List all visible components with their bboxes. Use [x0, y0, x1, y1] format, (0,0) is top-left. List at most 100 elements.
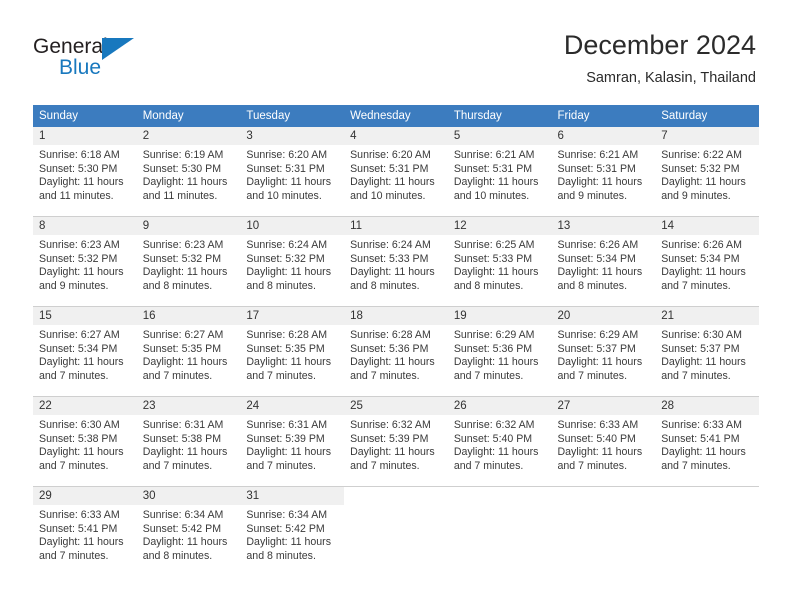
- daylight-text-line2: and 8 minutes.: [246, 279, 316, 292]
- sunset-text: Sunset: 5:39 PM: [246, 432, 325, 445]
- day-cell[interactable]: 24 Sunrise: 6:31 AM Sunset: 5:39 PM Dayligh…: [240, 396, 345, 487]
- calendar-body: 1 Sunrise: 6:18 AM Sunset: 5:30 PM Daylight…: [33, 127, 759, 576]
- daylight-text-line2: and 10 minutes.: [246, 189, 322, 202]
- day-number: [551, 487, 656, 505]
- day-number: 23: [136, 397, 241, 415]
- day-cell[interactable]: 20 Sunrise: 6:29 AM Sunset: 5:37 PM Dayligh…: [551, 306, 656, 397]
- day-cell[interactable]: 14 Sunrise: 6:26 AM Sunset: 5:34 PM Dayligh…: [655, 216, 759, 307]
- day-cell[interactable]: 23 Sunrise: 6:31 AM Sunset: 5:38 PM Dayligh…: [136, 396, 241, 487]
- sunrise-text: Sunrise: 6:20 AM: [350, 149, 431, 161]
- sunrise-text: Sunrise: 6:20 AM: [246, 149, 328, 161]
- day-cell[interactable]: 19 Sunrise: 6:29 AM Sunset: 5:36 PM Dayligh…: [447, 306, 552, 397]
- day-number: 16: [136, 307, 241, 325]
- daylight-text-line2: and 7 minutes.: [661, 459, 731, 472]
- weekday-header-sunday: Sunday: [33, 105, 137, 127]
- daylight-text-line1: Daylight: 11 hours: [350, 446, 435, 459]
- day-cell[interactable]: 15 Sunrise: 6:27 AM Sunset: 5:34 PM Dayligh…: [33, 306, 137, 397]
- sunrise-text: Sunrise: 6:34 AM: [246, 509, 328, 521]
- day-cell[interactable]: 28 Sunrise: 6:33 AM Sunset: 5:41 PM Dayligh…: [655, 396, 759, 487]
- day-cell[interactable]: 6 Sunrise: 6:21 AM Sunset: 5:31 PM Daylight…: [551, 127, 656, 217]
- sunset-text: Sunset: 5:41 PM: [39, 522, 118, 535]
- day-cell[interactable]: 8 Sunrise: 6:23 AM Sunset: 5:32 PM Daylight…: [33, 216, 137, 307]
- day-details: Sunrise: 6:21 AM Sunset: 5:31 PM Daylight:…: [448, 145, 552, 203]
- daylight-text-line1: Daylight: 11 hours: [39, 266, 124, 279]
- daylight-text-line1: Daylight: 11 hours: [246, 176, 332, 189]
- day-details: Sunrise: 6:30 AM Sunset: 5:38 PM Daylight:…: [33, 415, 137, 473]
- sunrise-text: Sunrise: 6:26 AM: [557, 239, 639, 251]
- day-number: 6: [551, 127, 656, 145]
- day-cell[interactable]: 31 Sunrise: 6:34 AM Sunset: 5:42 PM Dayligh…: [240, 486, 345, 576]
- daylight-text-line2: and 7 minutes.: [39, 459, 109, 472]
- day-number: 31: [240, 487, 345, 505]
- day-cell[interactable]: 1 Sunrise: 6:18 AM Sunset: 5:30 PM Daylight…: [33, 127, 137, 217]
- sunset-text: Sunset: 5:32 PM: [39, 252, 118, 265]
- sunrise-text: Sunrise: 6:21 AM: [557, 149, 639, 161]
- day-number: [655, 487, 759, 505]
- day-cell[interactable]: 30 Sunrise: 6:34 AM Sunset: 5:42 PM Dayligh…: [136, 486, 241, 576]
- sunrise-text: Sunrise: 6:23 AM: [39, 239, 120, 251]
- sunrise-text: Sunrise: 6:29 AM: [557, 329, 639, 341]
- day-cell[interactable]: 10 Sunrise: 6:24 AM Sunset: 5:32 PM Dayligh…: [240, 216, 345, 307]
- daylight-text-line1: Daylight: 11 hours: [246, 266, 332, 279]
- day-cell[interactable]: 7 Sunrise: 6:22 AM Sunset: 5:32 PM Daylight…: [655, 127, 759, 217]
- day-cell[interactable]: 13 Sunrise: 6:26 AM Sunset: 5:34 PM Dayligh…: [551, 216, 656, 307]
- sunrise-text: Sunrise: 6:23 AM: [142, 239, 224, 251]
- week-row: 8 Sunrise: 6:23 AM Sunset: 5:32 PM Daylight…: [33, 216, 759, 307]
- daylight-text-line2: and 7 minutes.: [453, 459, 524, 472]
- day-cell[interactable]: 12 Sunrise: 6:25 AM Sunset: 5:33 PM Dayligh…: [447, 216, 552, 307]
- day-cell[interactable]: 11 Sunrise: 6:24 AM Sunset: 5:33 PM Dayligh…: [344, 216, 448, 307]
- day-number: 12: [447, 217, 552, 235]
- day-cell[interactable]: 26 Sunrise: 6:32 AM Sunset: 5:40 PM Dayligh…: [447, 396, 552, 487]
- sunset-text: Sunset: 5:33 PM: [350, 252, 429, 265]
- day-number: 2: [136, 127, 241, 145]
- sunset-text: Sunset: 5:38 PM: [39, 432, 118, 445]
- day-cell-empty: [655, 486, 759, 576]
- sunset-text: Sunset: 5:30 PM: [39, 162, 118, 175]
- day-details: Sunrise: 6:20 AM Sunset: 5:31 PM Daylight:…: [240, 145, 344, 203]
- sunrise-text: Sunrise: 6:31 AM: [142, 419, 224, 431]
- day-number: 7: [655, 127, 759, 145]
- weekday-header-saturday: Saturday: [655, 105, 759, 127]
- day-cell[interactable]: 5 Sunrise: 6:21 AM Sunset: 5:31 PM Daylight…: [447, 127, 552, 217]
- day-cell[interactable]: 17 Sunrise: 6:28 AM Sunset: 5:35 PM Dayligh…: [240, 306, 345, 397]
- sunrise-text: Sunrise: 6:24 AM: [246, 239, 328, 251]
- daylight-text-line2: and 7 minutes.: [39, 549, 109, 562]
- daylight-text-line1: Daylight: 11 hours: [39, 356, 124, 369]
- day-cell[interactable]: 18 Sunrise: 6:28 AM Sunset: 5:36 PM Dayligh…: [344, 306, 448, 397]
- day-details: Sunrise: 6:28 AM Sunset: 5:36 PM Daylight:…: [344, 325, 448, 383]
- daylight-text-line1: Daylight: 11 hours: [142, 536, 228, 549]
- day-number: 25: [344, 397, 448, 415]
- day-cell[interactable]: 4 Sunrise: 6:20 AM Sunset: 5:31 PM Daylight…: [344, 127, 448, 217]
- day-details: Sunrise: 6:27 AM Sunset: 5:34 PM Daylight:…: [33, 325, 137, 383]
- weekday-header-thursday: Thursday: [447, 105, 552, 127]
- sunrise-text: Sunrise: 6:24 AM: [350, 239, 431, 251]
- day-cell[interactable]: 16 Sunrise: 6:27 AM Sunset: 5:35 PM Dayligh…: [136, 306, 241, 397]
- day-number: 15: [33, 307, 137, 325]
- daylight-text-line2: and 7 minutes.: [557, 369, 628, 382]
- sunset-text: Sunset: 5:35 PM: [142, 342, 222, 355]
- sunset-text: Sunset: 5:36 PM: [350, 342, 429, 355]
- weekday-header-monday: Monday: [136, 105, 241, 127]
- day-cell[interactable]: 21 Sunrise: 6:30 AM Sunset: 5:37 PM Dayligh…: [655, 306, 759, 397]
- day-details: Sunrise: 6:28 AM Sunset: 5:35 PM Daylight:…: [240, 325, 344, 383]
- day-cell-empty: [344, 486, 448, 576]
- day-details: Sunrise: 6:33 AM Sunset: 5:40 PM Daylight:…: [552, 415, 656, 473]
- day-cell[interactable]: 2 Sunrise: 6:19 AM Sunset: 5:30 PM Daylight…: [136, 127, 241, 217]
- day-cell[interactable]: 25 Sunrise: 6:32 AM Sunset: 5:39 PM Dayligh…: [344, 396, 448, 487]
- day-cell[interactable]: 9 Sunrise: 6:23 AM Sunset: 5:32 PM Daylight…: [136, 216, 241, 307]
- daylight-text-line2: and 8 minutes.: [142, 549, 213, 562]
- day-cell[interactable]: 27 Sunrise: 6:33 AM Sunset: 5:40 PM Dayligh…: [551, 396, 656, 487]
- sunset-text: Sunset: 5:34 PM: [557, 252, 636, 265]
- daylight-text-line2: and 7 minutes.: [557, 459, 628, 472]
- page-header: General Blue December 2024 Samran, Kalas…: [0, 0, 792, 98]
- day-cell[interactable]: 3 Sunrise: 6:20 AM Sunset: 5:31 PM Daylight…: [240, 127, 345, 217]
- generalblue-logo[interactable]: General Blue: [33, 36, 193, 84]
- day-details: Sunrise: 6:30 AM Sunset: 5:37 PM Daylight:…: [655, 325, 759, 383]
- daylight-text-line1: Daylight: 11 hours: [142, 266, 228, 279]
- day-details: Sunrise: 6:32 AM Sunset: 5:40 PM Daylight:…: [448, 415, 552, 473]
- logo-word-general: General: [33, 35, 108, 58]
- day-cell[interactable]: 22 Sunrise: 6:30 AM Sunset: 5:38 PM Dayligh…: [33, 396, 137, 487]
- day-number: 21: [655, 307, 759, 325]
- day-cell[interactable]: 29 Sunrise: 6:33 AM Sunset: 5:41 PM Dayligh…: [33, 486, 137, 576]
- daylight-text-line1: Daylight: 11 hours: [557, 266, 643, 279]
